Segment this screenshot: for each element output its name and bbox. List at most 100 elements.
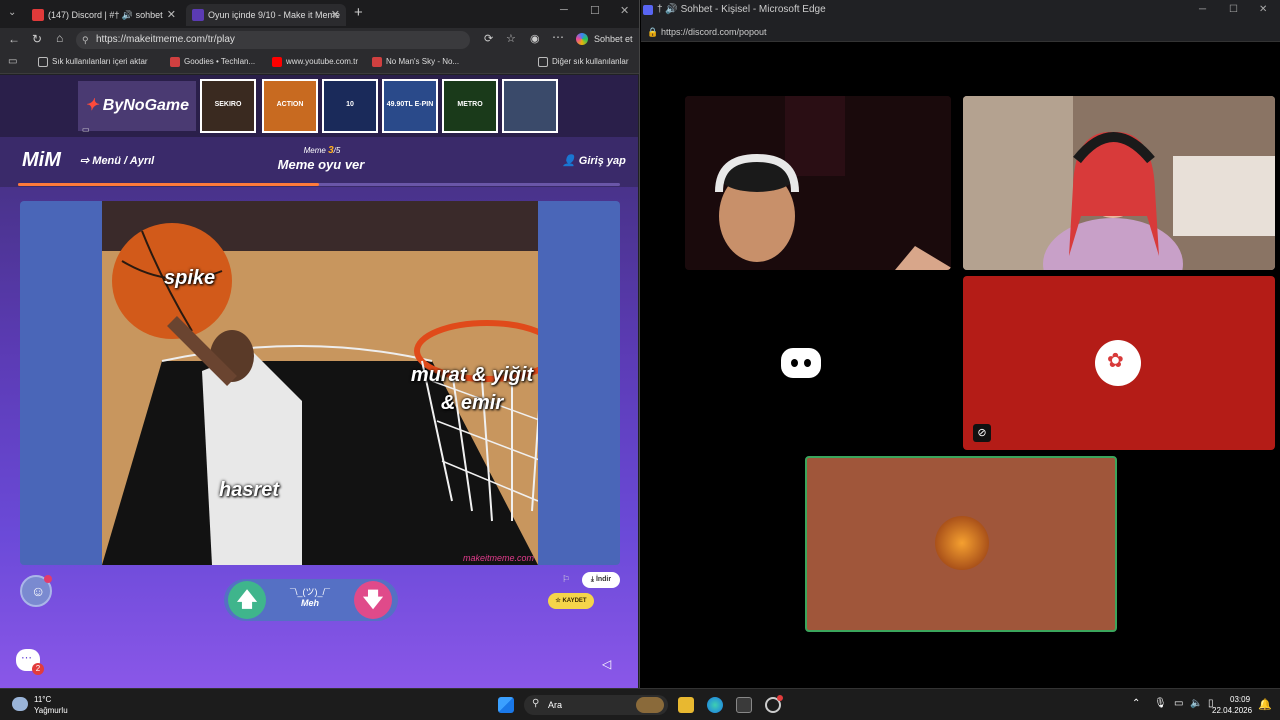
taskbar-search[interactable]: ⚲ Ara xyxy=(524,695,668,715)
network-icon[interactable]: ▭ xyxy=(1174,698,1183,709)
bookmark-goodies[interactable]: Goodies • Techlan... xyxy=(170,57,256,67)
tab-makeitmeme[interactable]: Oyun içinde 9/10 - Make it Meme ✕ xyxy=(186,4,346,26)
phase-title: Meme oyu ver xyxy=(277,157,365,172)
refresh-icon[interactable]: ↻ xyxy=(32,32,42,46)
minimize-icon[interactable]: ─ xyxy=(560,4,568,16)
back-icon[interactable]: ← xyxy=(8,32,20,46)
webcam-feed-1 xyxy=(685,96,951,270)
notifications-icon[interactable]: 🔔 xyxy=(1258,698,1272,711)
tray-chevron-icon[interactable]: ⌃ xyxy=(1132,698,1140,709)
more-menu-icon[interactable]: ⋯ xyxy=(552,30,564,44)
video-tile-user-3[interactable] xyxy=(685,276,951,450)
tab-makeitmeme-title: Oyun içinde 9/10 - Make it Meme xyxy=(208,10,341,20)
tab-discord[interactable]: (147) Discord | #† 🔊 sohbet ✕ xyxy=(26,4,182,26)
discord-title-bar: † 🔊 Sohbet - Kişisel - Microsoft Edge ─ … xyxy=(641,0,1280,22)
download-button[interactable]: ⤓ İndir xyxy=(582,572,620,588)
meh-label: Meh xyxy=(301,598,319,608)
start-icon[interactable] xyxy=(498,697,514,713)
save-button[interactable]: ☆ KAYDET xyxy=(548,593,594,609)
reading-list-icon[interactable]: ▭ xyxy=(8,56,17,67)
maximize-icon[interactable]: ☐ xyxy=(1229,0,1238,20)
maximize-icon[interactable]: ☐ xyxy=(590,4,600,17)
avatar-face-icon: ☺ xyxy=(31,583,46,599)
tab-bar: ⌄ (147) Discord | #† 🔊 sohbet ✕ Oyun içi… xyxy=(0,0,639,28)
bynogame-logo[interactable]: ✦ ByNoGame xyxy=(78,81,196,131)
clock-date[interactable]: 22.04.2026 xyxy=(1212,706,1252,715)
volume-icon[interactable]: 🔈 xyxy=(1190,698,1202,709)
meh-face: ¯\_(ツ)_/¯ xyxy=(290,587,330,597)
folder-icon xyxy=(538,57,548,67)
site-info-icon[interactable]: ⚲ xyxy=(82,31,89,49)
home-icon[interactable]: ⌂ xyxy=(56,31,63,45)
weather-temp[interactable]: 11°C xyxy=(34,695,51,704)
bookmark-import[interactable]: Sık kullanılanları içeri aktar xyxy=(38,57,148,67)
ad-game-tile[interactable]: METRO xyxy=(442,79,498,133)
close-window-icon[interactable]: ✕ xyxy=(620,4,629,17)
video-tile-user-1[interactable] xyxy=(685,96,951,270)
bynogame-brand: ByNoGame xyxy=(102,97,190,114)
ad-game-tile[interactable]: SEKIRO xyxy=(200,79,256,133)
bookmark-label: Goodies • Techlan... xyxy=(184,57,256,66)
store-icon[interactable] xyxy=(736,697,752,713)
bookmark-nms[interactable]: No Man's Sky - No... xyxy=(372,57,459,67)
ad-game-tile[interactable]: 10 xyxy=(322,79,378,133)
tab-list-chevron-icon[interactable]: ⌄ xyxy=(8,7,16,18)
report-flag-icon[interactable]: ⚐ xyxy=(562,574,570,585)
new-tab-icon[interactable]: + xyxy=(354,4,363,21)
upvote-button[interactable]: 🡅 xyxy=(228,581,266,619)
minimize-icon[interactable]: ─ xyxy=(1199,0,1206,20)
video-tile-user-4[interactable]: ✿ ⊘ xyxy=(963,276,1275,450)
profile-icon[interactable]: ◉ xyxy=(530,32,540,45)
file-explorer-icon[interactable] xyxy=(678,697,694,713)
url-input[interactable]: ⚲ https://makeitmeme.com/tr/play xyxy=(76,31,470,49)
menu-icon: ⇨ xyxy=(80,155,93,167)
edge-icon[interactable] xyxy=(707,697,723,713)
ad-game-tile[interactable] xyxy=(502,79,558,133)
mim-logo[interactable]: MiM xyxy=(22,149,61,172)
copilot-icon[interactable] xyxy=(576,33,588,45)
ad-game-tile-label: METRO xyxy=(457,101,483,108)
clock-time[interactable]: 03:09 xyxy=(1230,695,1250,704)
save-label: KAYDET xyxy=(562,598,587,604)
video-tile-user-2[interactable] xyxy=(963,96,1275,270)
refresh-extension-icon[interactable]: ⟳ xyxy=(484,32,493,45)
meme-counter: Meme 3/5 xyxy=(282,145,362,156)
mic-icon[interactable]: 🎙 xyxy=(1154,698,1167,709)
favorites-icon[interactable]: ☆ xyxy=(506,32,516,45)
close-window-icon[interactable]: ✕ xyxy=(1259,0,1267,20)
discord-url-bar: 🔒 https://discord.com/popout xyxy=(641,22,1280,42)
left-browser-window: ⌄ (147) Discord | #† 🔊 sohbet ✕ Oyun içi… xyxy=(0,0,640,688)
search-icon: ⚲ xyxy=(532,698,540,709)
video-tile-user-5[interactable] xyxy=(805,456,1117,632)
downvote-button[interactable]: 🡇 xyxy=(354,581,392,619)
caption-bottom: hasret xyxy=(218,479,280,501)
url-text: https://makeitmeme.com/tr/play xyxy=(96,34,235,45)
sound-icon[interactable]: ◁ xyxy=(602,657,611,671)
user-icon: 👤 xyxy=(562,155,579,167)
login-button[interactable]: 👤 Giriş yap xyxy=(562,154,626,167)
youtube-icon xyxy=(272,57,282,67)
bookmark-youtube[interactable]: www.youtube.com.tr xyxy=(272,57,358,67)
ad-game-tile[interactable]: 49.90TL E-PIN xyxy=(382,79,438,133)
chat-button[interactable]: ⋯ 2 xyxy=(16,649,44,675)
discord-popout-window: † 🔊 Sohbet - Kişisel - Microsoft Edge ─ … xyxy=(641,0,1280,688)
close-tab-icon[interactable]: ✕ xyxy=(167,4,176,26)
discord-app-icon xyxy=(643,5,653,15)
ad-banner[interactable]: ✦ ByNoGame SEKIRO ACTION 10 49.90TL E-PIN ME… xyxy=(0,75,638,137)
close-tab-icon[interactable]: ✕ xyxy=(331,4,340,26)
meme-counter-total: /5 xyxy=(333,146,341,155)
avatar[interactable]: ☺ xyxy=(20,575,52,607)
discord-url: https://discord.com/popout xyxy=(661,27,767,37)
weather-desc[interactable]: Yağmurlu xyxy=(34,706,68,715)
ad-info-icon[interactable]: ▭ xyxy=(82,125,90,134)
bookmark-label: Diğer sık kullanılanlar xyxy=(552,57,629,66)
meh-vote-button[interactable]: ¯\_(ツ)_/¯ Meh xyxy=(280,585,340,608)
bookmark-other[interactable]: Diğer sık kullanılanlar xyxy=(538,57,629,67)
ad-game-tile[interactable]: ACTION xyxy=(262,79,318,133)
weather-cloud-icon[interactable] xyxy=(12,697,28,711)
timer-progress-bar xyxy=(18,183,620,186)
discord-logo-icon xyxy=(781,348,821,378)
menu-leave-button[interactable]: ⇨ Menü / Ayrıl xyxy=(80,154,154,167)
copilot-chat-label[interactable]: Sohbet et xyxy=(594,34,633,44)
menu-leave-label: Menü / Ayrıl xyxy=(92,155,155,167)
